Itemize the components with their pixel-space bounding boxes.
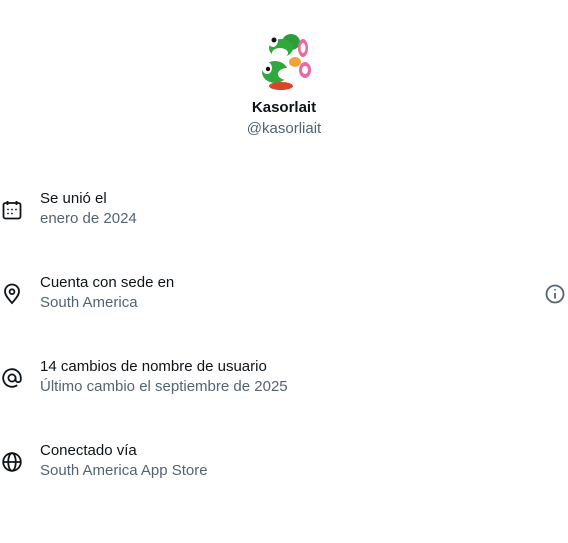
connected-via-text: Conectado vía South America App Store [40,441,208,481]
username-changes-label: 14 cambios de nombre de usuario [40,358,267,375]
joined-text: Se unió el enero de 2024 [40,189,137,229]
globe-icon [1,451,23,473]
account-location-row: Cuenta con sede en South America [0,273,568,317]
location-pin-icon [1,283,23,305]
connected-via-value: South America App Store [40,462,208,479]
connected-via-row: Conectado vía South America App Store [0,441,568,485]
username-handle: @kasorliait [246,120,322,137]
account-location-text: Cuenta con sede en South America [40,273,174,313]
calendar-icon [1,199,23,221]
info-circle-icon[interactable] [544,283,566,305]
yoshi-avatar-icon [251,26,317,92]
username-changes-row: 14 cambios de nombre de usuario Último c… [0,357,568,401]
account-location-label: Cuenta con sede en [40,274,175,291]
account-location-value: South America [40,294,138,311]
profile-header: Kasorlait @kasorliait [0,26,568,139]
connected-via-label: Conectado vía [40,442,137,459]
at-sign-icon [1,367,23,389]
username-changes-text: 14 cambios de nombre de usuario Último c… [40,357,288,397]
username-last-change: Último cambio el septiembre de 2025 [40,378,288,395]
joined-date: enero de 2024 [40,210,137,227]
joined-label: Se unió el [40,190,107,207]
display-name: Kasorlait [251,99,317,116]
joined-row: Se unió el enero de 2024 [0,189,568,233]
avatar[interactable] [251,26,317,92]
